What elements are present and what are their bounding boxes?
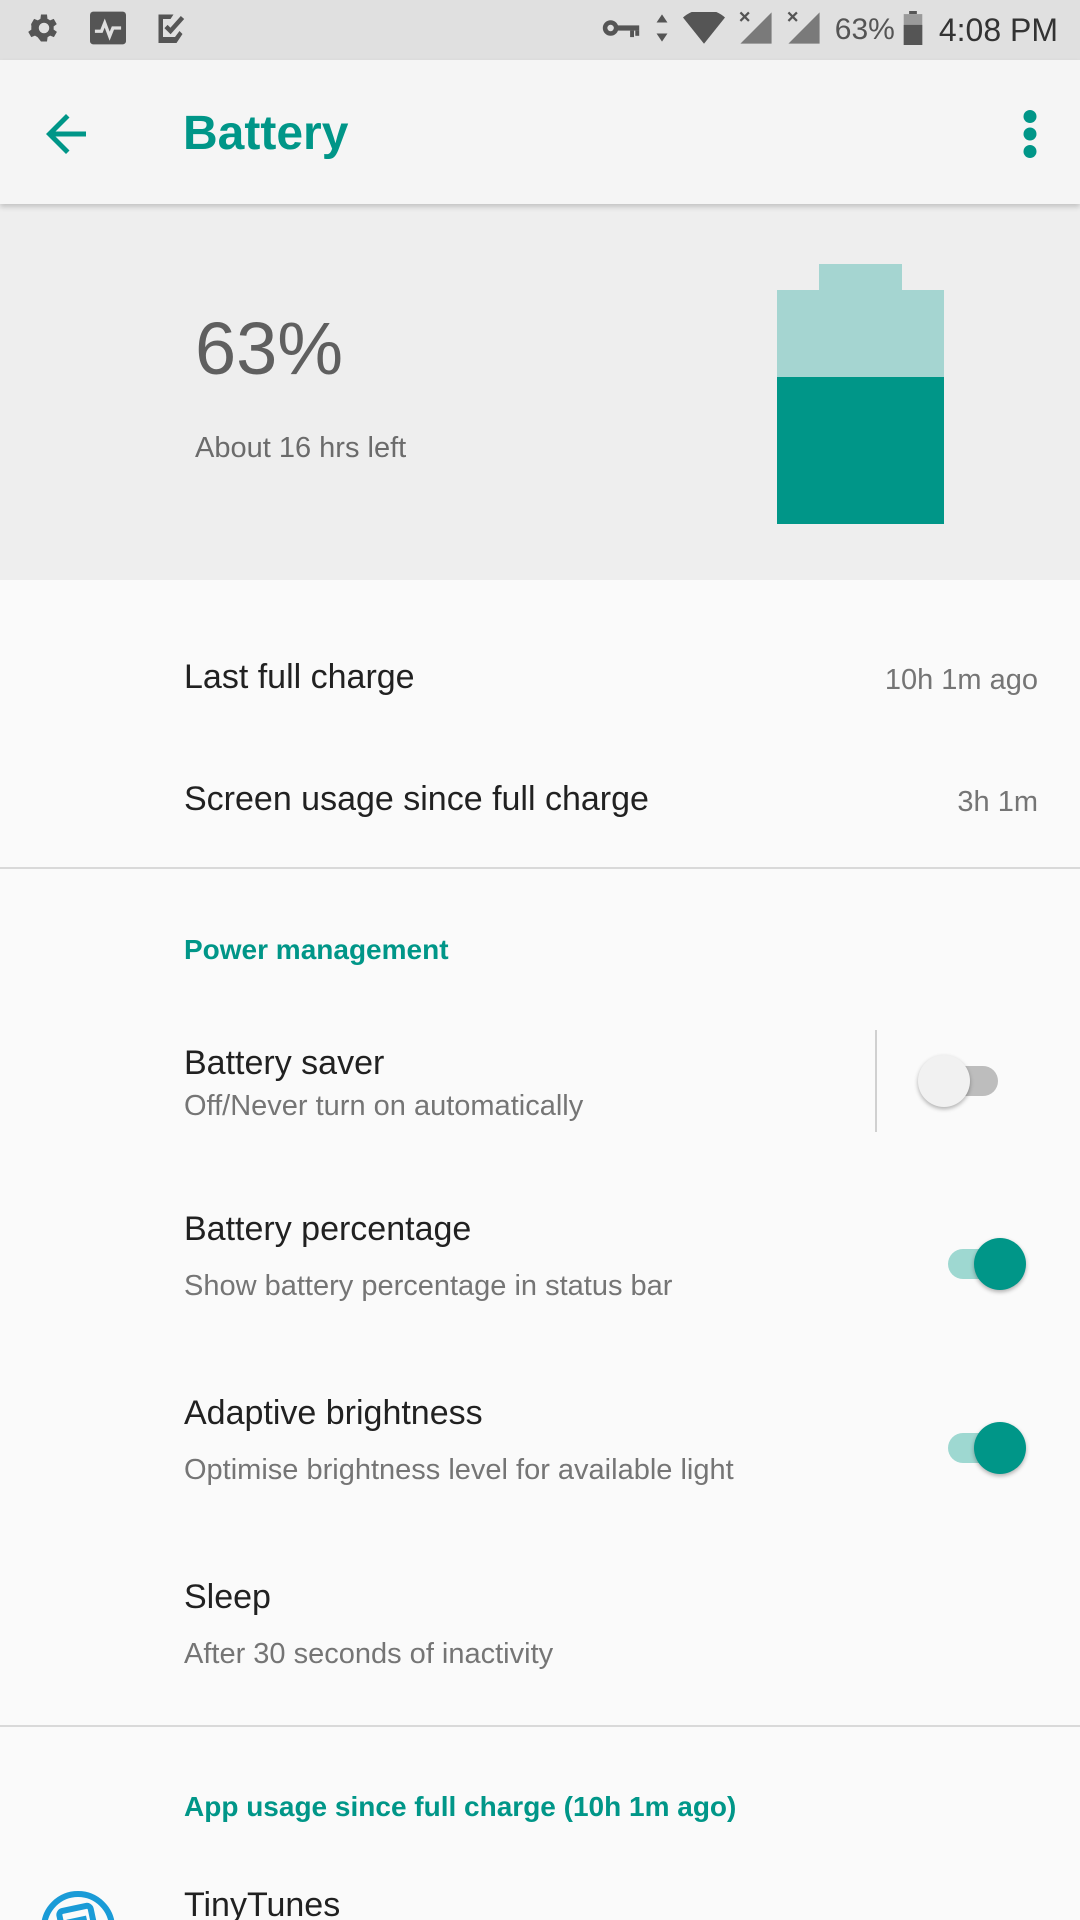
adaptive-brightness-toggle[interactable] <box>934 1417 1026 1477</box>
screen-usage-value: 3h 1m <box>957 786 1038 818</box>
app-usage-item[interactable]: TinyTunes <box>0 1862 1080 1920</box>
status-time: 4:08 PM <box>938 11 1058 48</box>
last-full-charge-value: 10h 1m ago <box>884 664 1038 696</box>
last-full-charge-title: Last full charge <box>184 658 415 696</box>
page-title: Battery <box>183 107 349 160</box>
battery-summary-header: 63% About 16 hrs left <box>0 204 1080 580</box>
app-name: TinyTunes <box>184 1886 341 1920</box>
battery-level-icon <box>777 264 944 524</box>
battery-percentage-large: 63% <box>195 307 344 390</box>
activity-pulse-icon <box>88 10 128 51</box>
power-management-header: Power management <box>184 934 449 965</box>
battery-percentage-row[interactable]: Battery percentage Show battery percenta… <box>0 1196 1080 1316</box>
sleep-title: Sleep <box>184 1578 271 1616</box>
settings-gear-icon <box>26 10 62 51</box>
last-full-charge-row[interactable]: Last full charge 10h 1m ago <box>0 628 1080 728</box>
screen-usage-row[interactable]: Screen usage since full charge 3h 1m <box>0 750 1080 850</box>
screen-usage-title: Screen usage since full charge <box>184 780 649 818</box>
arrow-back-icon <box>46 114 86 154</box>
more-options-button[interactable] <box>1010 104 1050 164</box>
app-bar: Battery <box>0 60 1080 204</box>
status-bar: 63% 4:08 PM <box>0 0 1080 60</box>
adaptive-brightness-title: Adaptive brightness <box>184 1394 483 1432</box>
tinytunes-app-icon <box>41 1891 115 1920</box>
battery-percentage-toggle[interactable] <box>934 1233 1026 1293</box>
preference-divider <box>875 1030 877 1132</box>
wifi-icon <box>682 8 725 49</box>
toggle-thumb <box>918 1055 970 1107</box>
battery-saver-summary: Off/Never turn on automatically <box>184 1090 584 1122</box>
more-vert-icon <box>1023 110 1037 158</box>
divider <box>0 1725 1080 1727</box>
signal-no-sim-icon <box>787 11 821 50</box>
signal-no-sim-icon <box>739 11 773 50</box>
sleep-summary: After 30 seconds of inactivity <box>184 1638 554 1670</box>
battery-saver-toggle[interactable] <box>918 1050 1008 1110</box>
divider <box>0 867 1080 869</box>
adaptive-brightness-summary: Optimise brightness level for available … <box>184 1454 734 1486</box>
toggle-thumb <box>974 1238 1026 1290</box>
data-arrows-icon <box>655 13 669 48</box>
battery-percentage-summary: Show battery percentage in status bar <box>184 1270 673 1302</box>
status-bar-notification-icons <box>26 10 216 51</box>
status-battery-percent: 63% <box>834 13 895 46</box>
status-bar-system-icons: 63% 4:08 PM <box>587 8 1058 50</box>
time-remaining-text: About 16 hrs left <box>195 432 407 464</box>
adaptive-brightness-row[interactable]: Adaptive brightness Optimise brightness … <box>0 1380 1080 1500</box>
battery-saver-title: Battery saver <box>184 1044 385 1082</box>
toggle-thumb <box>974 1422 1026 1474</box>
battery-percentage-title: Battery percentage <box>184 1210 472 1248</box>
vpn-key-icon <box>601 15 641 46</box>
battery-icon <box>903 10 923 50</box>
back-button[interactable] <box>36 104 96 164</box>
sleep-row[interactable]: Sleep After 30 seconds of inactivity <box>0 1564 1080 1684</box>
app-usage-header: App usage since full charge (10h 1m ago) <box>184 1791 737 1822</box>
task-check-icon <box>154 10 190 51</box>
